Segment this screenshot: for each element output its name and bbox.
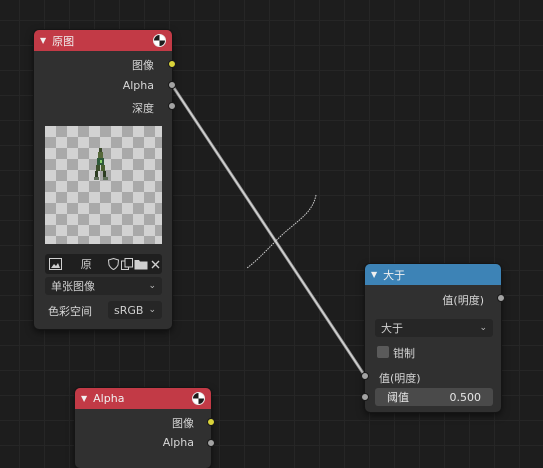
node-title: Alpha bbox=[93, 392, 125, 405]
preview-toggle-icon[interactable] bbox=[153, 34, 166, 47]
input-value-socket[interactable] bbox=[361, 372, 369, 380]
open-folder-icon[interactable] bbox=[133, 254, 148, 274]
operation-dropdown[interactable]: 大于 ⌄ bbox=[375, 319, 493, 337]
clamp-label: 钳制 bbox=[393, 347, 415, 360]
output-alpha-socket[interactable] bbox=[168, 81, 176, 89]
threshold-label: 阈值 bbox=[387, 391, 409, 404]
cut-gesture-line bbox=[246, 194, 317, 269]
output-image-label: 图像 bbox=[172, 417, 194, 430]
color-space-dropdown[interactable]: sRGB ⌄ bbox=[108, 301, 162, 319]
node-title: 原图 bbox=[52, 34, 75, 48]
threshold-value: 0.500 bbox=[449, 390, 482, 404]
sprite-image bbox=[94, 148, 108, 180]
output-image-socket[interactable] bbox=[207, 418, 215, 426]
output-alpha-socket[interactable] bbox=[207, 439, 215, 447]
image-preview bbox=[45, 126, 162, 244]
input-threshold-socket[interactable] bbox=[361, 393, 369, 401]
alpha-to-value-link-highlight bbox=[171, 84, 366, 377]
image-name-field[interactable]: 原 bbox=[66, 254, 106, 274]
output-depth-label: 深度 bbox=[132, 102, 154, 115]
output-alpha-label: Alpha bbox=[162, 436, 194, 449]
fake-user-shield-icon[interactable] bbox=[106, 254, 119, 274]
input-value-label: 值(明度) bbox=[379, 372, 421, 385]
preview-toggle-icon[interactable] bbox=[192, 392, 205, 405]
duplicate-image-icon[interactable] bbox=[120, 254, 133, 274]
collapse-icon[interactable]: ▼ bbox=[40, 36, 46, 45]
operation-value: 大于 bbox=[381, 322, 403, 335]
chevron-down-icon: ⌄ bbox=[148, 281, 156, 291]
greater-than-node[interactable]: ▼ 大于 值(明度) 大于 ⌄ 钳制 值(明度) 阈值 0.500 bbox=[365, 264, 501, 412]
alpha-node[interactable]: ▼ Alpha 图像 Alpha bbox=[75, 388, 211, 468]
color-space-value: sRGB bbox=[114, 303, 144, 317]
collapse-icon[interactable]: ▼ bbox=[371, 270, 377, 279]
output-alpha-label: Alpha bbox=[122, 79, 154, 92]
image-source-value: 单张图像 bbox=[51, 280, 95, 293]
image-node[interactable]: ▼ 原图 图像 Alpha 深度 原 单张图像 ⌄ 色彩空间 sRGB ⌄ bbox=[34, 30, 172, 329]
output-image-socket[interactable] bbox=[168, 60, 176, 68]
alpha-to-value-link bbox=[170, 83, 367, 378]
image-node-header[interactable]: ▼ 原图 bbox=[34, 30, 172, 51]
threshold-field[interactable]: 阈值 0.500 bbox=[375, 388, 493, 406]
color-space-label: 色彩空间 bbox=[48, 305, 92, 318]
image-source-dropdown[interactable]: 单张图像 ⌄ bbox=[45, 277, 162, 295]
output-depth-socket[interactable] bbox=[168, 102, 176, 110]
output-value-socket[interactable] bbox=[497, 294, 505, 302]
clamp-checkbox[interactable] bbox=[377, 346, 389, 358]
node-title: 大于 bbox=[383, 268, 406, 282]
output-image-label: 图像 bbox=[132, 59, 154, 72]
image-selector-bar[interactable]: 原 bbox=[45, 254, 162, 274]
unlink-image-icon[interactable] bbox=[149, 254, 162, 274]
alpha-node-header[interactable]: ▼ Alpha bbox=[75, 388, 211, 409]
chevron-down-icon: ⌄ bbox=[479, 323, 487, 333]
chevron-down-icon: ⌄ bbox=[148, 305, 156, 315]
image-browse-icon[interactable] bbox=[45, 254, 66, 274]
collapse-icon[interactable]: ▼ bbox=[81, 394, 87, 403]
output-value-label: 值(明度) bbox=[442, 294, 484, 307]
greater-than-node-header[interactable]: ▼ 大于 bbox=[365, 264, 501, 285]
